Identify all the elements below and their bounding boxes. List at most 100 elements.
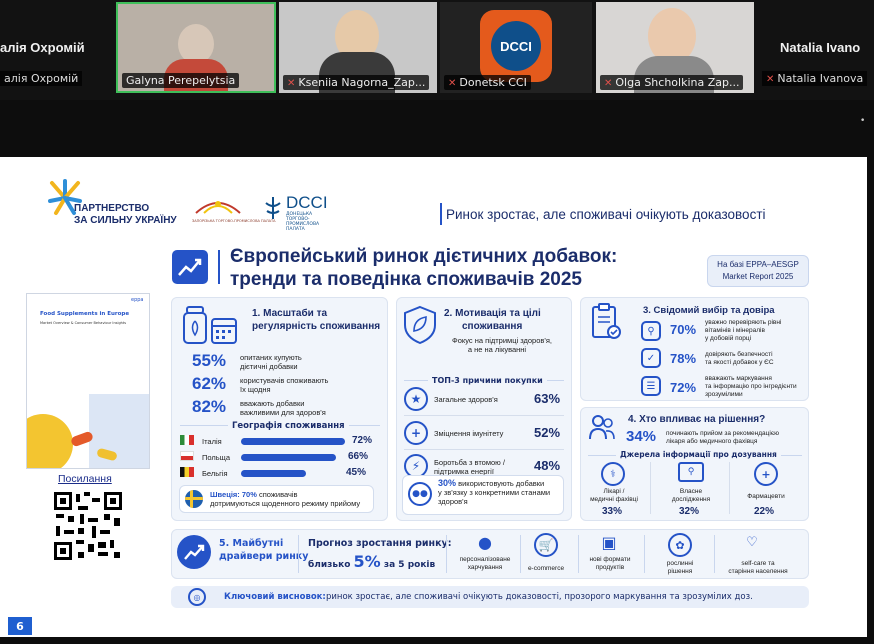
chamber-logo-icon bbox=[194, 195, 242, 215]
col-divider bbox=[298, 535, 299, 573]
col-divider bbox=[446, 535, 447, 573]
card3-title: 3. Свідомий вибір та довіра bbox=[643, 305, 775, 316]
reason-pct: 48% bbox=[534, 458, 561, 473]
geo-bar-belgium bbox=[241, 470, 306, 477]
links-label[interactable]: Посилання bbox=[58, 473, 112, 485]
source-label: Фармацевти bbox=[747, 493, 785, 500]
chart-growth-icon bbox=[172, 250, 208, 284]
source-pct: 22% bbox=[754, 506, 775, 517]
row-divider bbox=[404, 449, 564, 450]
report-cover-panel bbox=[89, 394, 149, 468]
col-divider bbox=[650, 462, 651, 514]
pharmacist-icon: + bbox=[754, 462, 778, 486]
source-label: Власне дослідження bbox=[671, 488, 711, 503]
col-divider bbox=[644, 535, 645, 573]
stat-pct: 62% bbox=[192, 374, 227, 393]
dcci-logo-icon: DCCI bbox=[480, 10, 552, 82]
source-label: Лікарі / медичні фахівці bbox=[590, 488, 638, 503]
trust-label: довіряють безпечності та якості добавок у… bbox=[705, 351, 774, 366]
slide-title-line1: Європейський ринок дієтичних добавок: bbox=[230, 246, 618, 267]
stat-label: опитаних купують дієтичні добавки bbox=[240, 353, 302, 371]
report-cover-thumbnail[interactable]: eppa Food Supplements in Europe Market O… bbox=[26, 293, 150, 469]
shopping-cart-icon: 🛒 bbox=[534, 533, 558, 557]
col-divider bbox=[578, 535, 579, 573]
participant-tile[interactable]: DCCI ✕ Donetsk CCI bbox=[440, 2, 592, 93]
participant-name-left: алія Охромій bbox=[0, 40, 85, 55]
shield-leaf-icon bbox=[402, 305, 438, 345]
card1-title-line1: 1. Масштаби та bbox=[252, 308, 328, 319]
qr-code-icon[interactable] bbox=[52, 490, 124, 562]
magnifier-icon: ⚲ bbox=[641, 321, 661, 341]
document-icon: ☰ bbox=[641, 376, 661, 396]
flag-poland-icon bbox=[180, 451, 194, 461]
sweden-text: Швеція: 70% споживачів дотримуються щоден… bbox=[210, 490, 361, 508]
conditions-note: 30% використовують добавки у зв'язку з ко… bbox=[438, 478, 551, 507]
country-pct: 45% bbox=[346, 467, 367, 478]
row-divider bbox=[404, 415, 564, 416]
stat-label: користувачів споживають їх щодня bbox=[240, 376, 329, 394]
reason-pct: 63% bbox=[534, 391, 561, 406]
participants-strip: алія Охромій алія Охромій Galyna Perepel… bbox=[0, 0, 874, 100]
leaf-icon: ✿ bbox=[668, 533, 692, 557]
trust-label: уважно перевіряють рівні вітамінів і міне… bbox=[705, 319, 782, 342]
more-options-dot-icon[interactable]: • bbox=[860, 116, 865, 126]
title-divider bbox=[218, 250, 220, 284]
partnership-logo-line2: ЗА СИЛЬНУ УКРАЇНУ bbox=[74, 215, 177, 226]
shared-slide: ПАРТНЕРСТВО ЗА СИЛЬНУ УКРАЇНУ ЗАПОРІЗЬКА… bbox=[0, 157, 867, 637]
influence-pct: 34% bbox=[626, 428, 657, 445]
influence-desc: починають прийом за рекомендацією лікаря … bbox=[666, 430, 780, 445]
card2-subtitle: Фокус на підтримці здоров'я, а не на ліку… bbox=[452, 336, 552, 354]
driver-label: рослинні рішення bbox=[666, 560, 694, 575]
forecast-title: Прогноз зростання ринку: bbox=[308, 538, 452, 549]
forecast-value: близько 5% за 5 років bbox=[308, 552, 436, 571]
mic-muted-icon: ✕ bbox=[604, 78, 613, 89]
doctor-icon: ⚕ bbox=[601, 462, 625, 486]
participant-name: ✕ Donetsk CCI bbox=[444, 75, 531, 90]
supplements-bottle-icon bbox=[180, 305, 240, 347]
reason-label: Зміцнення імунітету bbox=[434, 429, 504, 438]
participant-tile[interactable]: ✕ Kseniia Nagorna_Zap... bbox=[279, 2, 437, 93]
source-badge: На базі EPPA–AESGP Market Report 2025 bbox=[707, 255, 809, 287]
trust-pct: 72% bbox=[670, 380, 697, 395]
country-name: Італія bbox=[202, 437, 222, 446]
dcci-slide-logo-text: DCCI bbox=[286, 193, 328, 212]
slide-title-line2: тренди та поведінка споживачів 2025 bbox=[230, 269, 582, 290]
people-influence-icon bbox=[588, 413, 616, 441]
col-divider bbox=[520, 535, 521, 573]
partnership-logo-line1: ПАРТНЕРСТВО bbox=[74, 203, 150, 214]
driver-label: нові формати продуктів bbox=[589, 556, 631, 571]
conclusion-text: ринок зростає, але споживачі очікують до… bbox=[326, 592, 753, 602]
page-number: 6 bbox=[8, 617, 32, 635]
pill-bottle-icon: ▣ bbox=[601, 532, 617, 552]
slide-tagline: Ринок зростає, але споживачі очікують до… bbox=[446, 207, 766, 222]
report-brand: eppa bbox=[131, 297, 144, 303]
top3-title: ТОП-3 причини покупки bbox=[428, 376, 547, 385]
col-divider bbox=[729, 462, 730, 514]
card4-title: 4. Хто впливає на рішення? bbox=[628, 414, 766, 425]
driver-label: e-commerce bbox=[527, 565, 565, 572]
card5-title-line2: драйвери ринку bbox=[219, 551, 309, 562]
report-cover-orange-icon bbox=[27, 414, 73, 468]
country-pct: 72% bbox=[352, 435, 373, 446]
sources-title: Джерела інформації про дозування bbox=[616, 450, 781, 459]
dcci-slide-logo-icon bbox=[262, 195, 284, 221]
source-pct: 33% bbox=[602, 506, 623, 517]
card5-title-line1: 5. Майбутні bbox=[219, 538, 284, 549]
country-pct: 66% bbox=[348, 451, 369, 462]
driver-label: self-care та старіння населення bbox=[728, 560, 788, 575]
mic-muted-icon: ✕ bbox=[448, 78, 457, 89]
shield-check-icon: ✓ bbox=[641, 348, 661, 368]
participant-tile-active[interactable]: Galyna Perepelytsia bbox=[116, 2, 276, 93]
trust-label: вважають маркування та інформацію про інг… bbox=[705, 375, 797, 398]
card2-title-line1: 2. Мотивація та цілі bbox=[444, 308, 541, 319]
source-pct: 32% bbox=[679, 506, 700, 517]
reason-label: Боротьба з втомою / підтримка енергії bbox=[434, 458, 505, 476]
flag-sweden-icon bbox=[185, 490, 203, 508]
participant-tile[interactable]: ✕ Olga Shcholkina Zap... bbox=[596, 2, 754, 93]
geo-bar-italy bbox=[241, 438, 345, 445]
people-group-icon: ●● bbox=[408, 482, 432, 506]
country-name: Польща bbox=[202, 453, 231, 462]
card2-title-line2: споживання bbox=[462, 321, 523, 332]
driver-label: персоналізоване харчування bbox=[459, 556, 511, 571]
flag-belgium-icon bbox=[180, 467, 194, 477]
